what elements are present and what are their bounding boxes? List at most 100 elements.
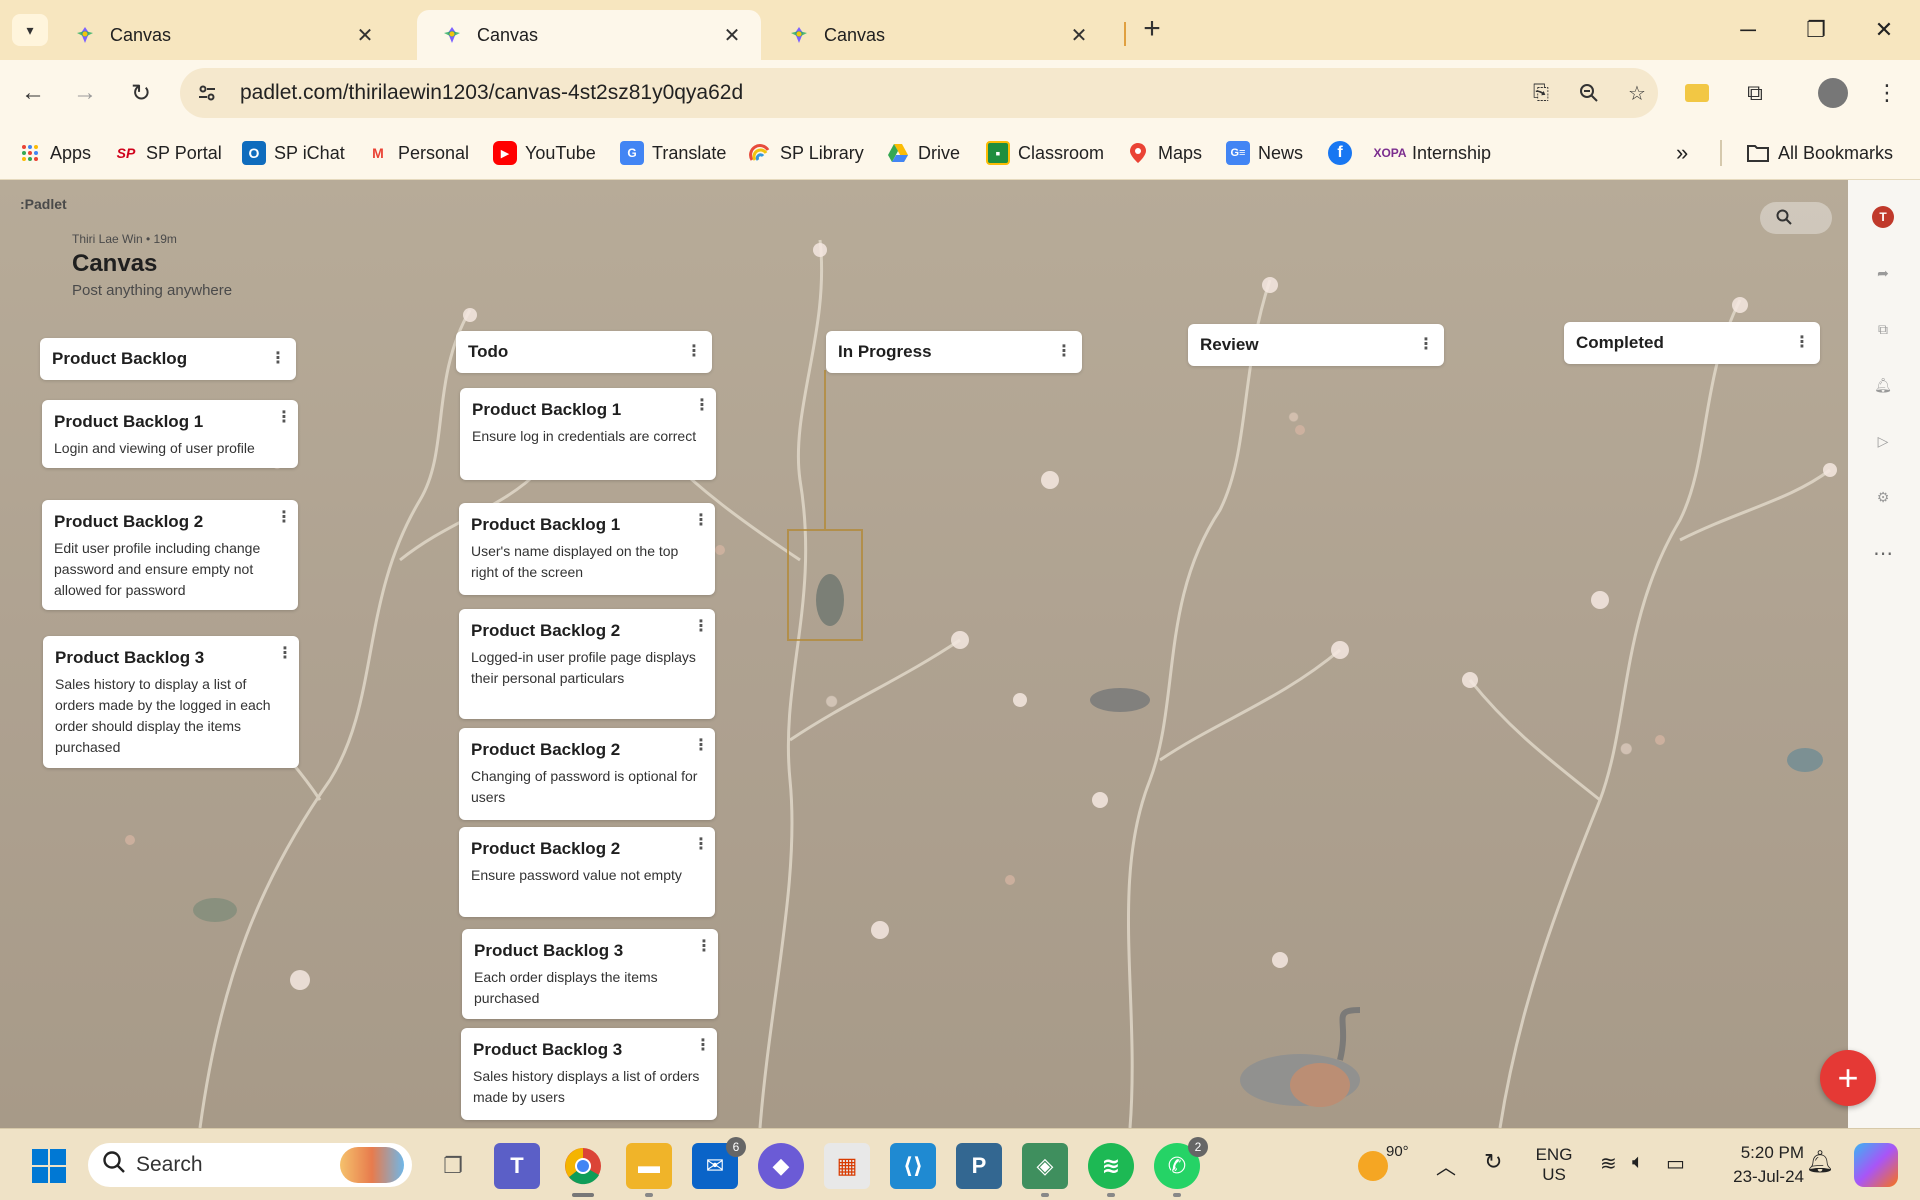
- post-card[interactable]: ⋮ Product Backlog 2 Logged-in user profi…: [459, 609, 715, 719]
- post-menu-icon[interactable]: ⋮: [695, 1038, 711, 1054]
- extension-icon[interactable]: [1680, 76, 1714, 110]
- copilot-tray-icon[interactable]: [1854, 1143, 1898, 1187]
- column-header-completed[interactable]: Completed ⋮: [1564, 322, 1820, 364]
- wifi-icon[interactable]: ≋: [1600, 1151, 1617, 1176]
- tab-canvas-2[interactable]: Canvas ✕: [417, 10, 761, 60]
- vscode-app-icon[interactable]: ⟨⟩: [890, 1143, 936, 1189]
- close-window-button[interactable]: ✕: [1856, 8, 1912, 52]
- padlet-logo[interactable]: :Padlet: [20, 196, 67, 212]
- bookmark-translate[interactable]: G Translate: [620, 138, 726, 168]
- new-tab-button[interactable]: +: [1135, 12, 1169, 46]
- show-hidden-icons-icon[interactable]: ︿: [1436, 1151, 1456, 1180]
- bookmark-sp-ichat[interactable]: O SP iChat: [242, 138, 345, 168]
- weather-widget[interactable]: 90°: [1356, 1143, 1416, 1187]
- column-header-todo[interactable]: Todo ⋮: [456, 331, 712, 373]
- bookmark-apps[interactable]: Apps: [18, 138, 91, 168]
- task-view-button[interactable]: ❐: [430, 1143, 476, 1189]
- bell-icon[interactable]: 🔔︎: [1866, 368, 1900, 402]
- browser-menu-icon[interactable]: ⋮: [1870, 76, 1904, 110]
- taskbar-search-box[interactable]: Search: [88, 1143, 412, 1187]
- battery-icon[interactable]: ▭: [1666, 1151, 1685, 1176]
- post-menu-icon[interactable]: ⋮: [696, 939, 712, 955]
- start-button[interactable]: [26, 1143, 72, 1189]
- volume-icon[interactable]: 🔈︎: [1632, 1151, 1644, 1174]
- extensions-puzzle-icon[interactable]: ⧉: [1738, 76, 1772, 110]
- bookmark-drive[interactable]: Drive: [886, 138, 960, 168]
- bookmark-news[interactable]: G≡ News: [1226, 138, 1303, 168]
- forward-button[interactable]: →: [66, 74, 104, 112]
- board-title[interactable]: Canvas: [72, 250, 157, 278]
- store-app-icon[interactable]: ▦: [824, 1143, 870, 1189]
- column-header-product-backlog[interactable]: Product Backlog ⋮: [40, 338, 296, 380]
- post-menu-icon[interactable]: ⋮: [693, 837, 709, 853]
- post-menu-icon[interactable]: ⋮: [694, 398, 710, 414]
- post-card[interactable]: ⋮ Product Backlog 2 Ensure password valu…: [459, 827, 715, 917]
- bookmark-classroom[interactable]: ▪ Classroom: [986, 138, 1104, 168]
- notification-bell-icon[interactable]: 🔔︎: [1806, 1149, 1834, 1175]
- close-tab-icon[interactable]: ✕: [354, 23, 376, 48]
- remake-icon[interactable]: ⧉: [1866, 312, 1900, 346]
- column-header-in-progress[interactable]: In Progress ⋮: [826, 331, 1082, 373]
- language-indicator[interactable]: ENG US: [1532, 1145, 1576, 1185]
- post-menu-icon[interactable]: ⋮: [693, 619, 709, 635]
- column-menu-icon[interactable]: ⋮: [1794, 335, 1810, 351]
- post-card[interactable]: ⋮ Product Backlog 2 Edit user profile in…: [42, 500, 298, 610]
- file-explorer-icon[interactable]: ▬: [626, 1143, 672, 1197]
- post-menu-icon[interactable]: ⋮: [693, 738, 709, 754]
- profile-avatar[interactable]: [1816, 76, 1850, 110]
- chrome-app-icon[interactable]: [560, 1143, 606, 1197]
- mail-app-icon[interactable]: ✉ 6: [692, 1137, 746, 1189]
- column-header-review[interactable]: Review ⋮: [1188, 324, 1444, 366]
- add-post-button[interactable]: +: [1820, 1050, 1876, 1106]
- bookmark-personal[interactable]: M Personal: [366, 138, 469, 168]
- bookmark-sp-portal[interactable]: SP SP Portal: [114, 138, 222, 168]
- site-info-icon[interactable]: [186, 75, 228, 111]
- share-icon[interactable]: ➦: [1866, 256, 1900, 290]
- back-button[interactable]: ←: [14, 74, 52, 112]
- reload-button[interactable]: ↻: [122, 74, 160, 112]
- all-bookmarks-button[interactable]: All Bookmarks: [1746, 138, 1893, 168]
- clock[interactable]: 5:20 PM 23-Jul-24: [1712, 1141, 1804, 1189]
- bookmark-internship[interactable]: XOPA Internship: [1373, 138, 1491, 168]
- bookmark-youtube[interactable]: ▶ YouTube: [493, 138, 596, 168]
- post-card[interactable]: ⋮ Product Backlog 3 Each order displays …: [462, 929, 718, 1019]
- close-tab-icon[interactable]: ✕: [721, 23, 743, 48]
- sync-icon[interactable]: ↻: [1484, 1149, 1502, 1175]
- tab-search-button[interactable]: ▾: [12, 14, 48, 46]
- post-menu-icon[interactable]: ⋮: [693, 513, 709, 529]
- post-card[interactable]: ⋮ Product Backlog 3 Sales history to dis…: [43, 636, 299, 768]
- post-card[interactable]: ⋮ Product Backlog 1 Ensure log in creden…: [460, 388, 716, 480]
- column-menu-icon[interactable]: ⋮: [1418, 337, 1434, 353]
- teams-app-icon[interactable]: T: [494, 1143, 540, 1189]
- user-avatar[interactable]: T: [1872, 206, 1894, 228]
- bookmark-star-icon[interactable]: ☆: [1620, 76, 1654, 110]
- more-options-icon[interactable]: ⋯: [1866, 536, 1900, 570]
- postgres-app-icon[interactable]: P: [956, 1143, 1002, 1189]
- column-menu-icon[interactable]: ⋮: [1056, 344, 1072, 360]
- minimize-button[interactable]: ─: [1720, 8, 1776, 52]
- post-menu-icon[interactable]: ⋮: [276, 510, 292, 526]
- padlet-canvas[interactable]: :Padlet Thiri Lae Win • 19m Canvas Post …: [0, 180, 1848, 1128]
- column-menu-icon[interactable]: ⋮: [686, 344, 702, 360]
- bookmark-maps[interactable]: Maps: [1126, 138, 1202, 168]
- post-card[interactable]: ⋮ Product Backlog 1 User's name displaye…: [459, 503, 715, 595]
- cube-app-icon[interactable]: ◈: [1022, 1143, 1068, 1197]
- post-card[interactable]: ⋮ Product Backlog 1 Login and viewing of…: [42, 400, 298, 468]
- close-tab-icon[interactable]: ✕: [1068, 23, 1090, 48]
- slideshow-play-icon[interactable]: ▷: [1866, 424, 1900, 458]
- install-app-icon[interactable]: ⎘: [1524, 76, 1558, 110]
- bookmarks-overflow-button[interactable]: »: [1676, 138, 1688, 168]
- column-menu-icon[interactable]: ⋮: [270, 351, 286, 367]
- restore-button[interactable]: ❐: [1788, 8, 1844, 52]
- url-text[interactable]: padlet.com/thirilaewin1203/canvas-4st2sz…: [240, 81, 743, 105]
- bookmark-sp-library[interactable]: SP Library: [748, 138, 864, 168]
- post-card[interactable]: ⋮ Product Backlog 3 Sales history displa…: [461, 1028, 717, 1120]
- zoom-icon[interactable]: [1572, 76, 1606, 110]
- post-menu-icon[interactable]: ⋮: [277, 646, 293, 662]
- tab-canvas-1[interactable]: Canvas ✕: [50, 10, 394, 60]
- address-bar[interactable]: padlet.com/thirilaewin1203/canvas-4st2sz…: [180, 68, 1658, 118]
- copilot-app-icon[interactable]: ◆: [758, 1143, 804, 1189]
- tab-canvas-3[interactable]: Canvas ✕: [764, 10, 1108, 60]
- board-search-button[interactable]: [1760, 202, 1832, 234]
- whatsapp-app-icon[interactable]: ✆ 2: [1154, 1137, 1208, 1197]
